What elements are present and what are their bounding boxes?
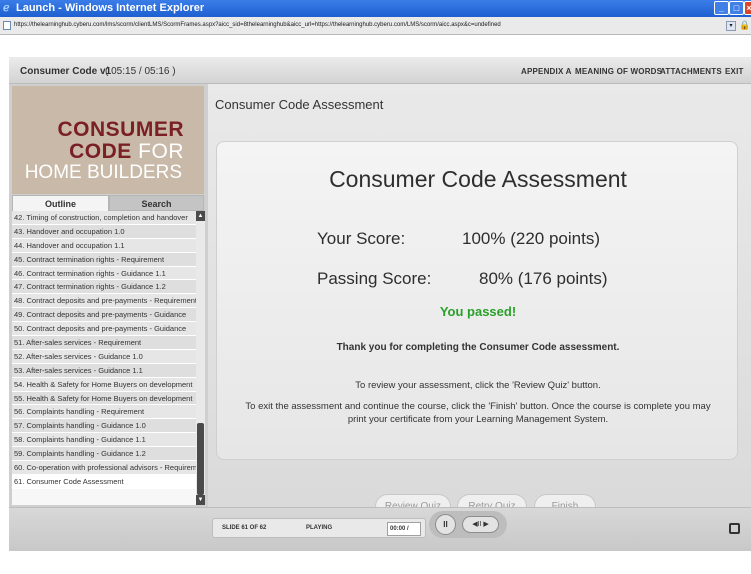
scroll-thumb[interactable]	[197, 423, 204, 495]
pause-icon[interactable]: II	[435, 514, 456, 535]
logo-code: CODE	[69, 140, 132, 163]
playback-status: SLIDE 61 OF 62 PLAYING ▼ 00:00 /	[212, 518, 426, 538]
outline-item[interactable]: 48. Contract deposits and pre-payments -…	[12, 294, 196, 309]
outline-item[interactable]: 55. Health & Safety for Home Buyers on d…	[12, 391, 196, 406]
your-score-value: 100% (220 points)	[462, 229, 600, 248]
playback-controls: II ◀II ▶	[429, 511, 507, 538]
outline-item[interactable]: 54. Health & Safety for Home Buyers on d…	[12, 377, 196, 392]
outline-item[interactable]: 56. Complaints handling - Requirement	[12, 405, 196, 420]
outline-item[interactable]: 47. Contract termination rights - Guidan…	[12, 280, 196, 295]
maximize-icon[interactable]: □	[729, 1, 744, 15]
outline-scrollbar[interactable]: ▲ ▼	[196, 211, 205, 505]
minimize-icon[interactable]: _	[714, 1, 729, 15]
logo-for: FOR	[138, 140, 184, 163]
url-text[interactable]: https://thelearninghub.cyberu.com/lms/sc…	[14, 22, 501, 28]
exit-link[interactable]: EXIT	[725, 67, 744, 76]
dropdown-arrow-icon[interactable]: ▾	[726, 21, 736, 31]
player-bottom-strip	[9, 551, 751, 574]
fullscreen-icon[interactable]	[729, 523, 740, 534]
course-title: Consumer Code v1	[20, 66, 112, 77]
browser-blank-area	[0, 35, 751, 57]
browser-window: ℯ Launch - Windows Internet Explorer _ □…	[0, 0, 751, 574]
result-message: You passed!	[439, 304, 517, 319]
logo-line-2: CODE FOR	[69, 140, 184, 164]
results-card: Consumer Code Assessment Your Score: 100…	[216, 141, 738, 460]
window-title: Launch - Windows Internet Explorer	[16, 2, 205, 14]
close-icon[interactable]: ×	[744, 1, 751, 15]
outline-item[interactable]: 59. Complaints handling - Guidance 1.2	[12, 447, 196, 462]
slide-header: Consumer Code Assessment	[215, 97, 384, 112]
review-message: To review your assessment, click the 'Re…	[355, 380, 601, 391]
prev-next-icon[interactable]: ◀II ▶	[462, 516, 499, 533]
course-time: ( 05:15 / 05:16 )	[105, 66, 176, 77]
appendix-a-link[interactable]: APPENDIX A	[521, 67, 572, 76]
page-icon	[3, 21, 11, 30]
ie-logo-icon: ℯ	[3, 2, 10, 14]
playback-time: 00:00 /	[387, 522, 421, 536]
left-panel: CONSUMER CODE FOR HOME BUILDERS Outline …	[9, 84, 208, 507]
outline-item[interactable]: 42. Timing of construction, completion a…	[12, 211, 196, 225]
results-title: Consumer Code Assessment	[329, 166, 627, 192]
outline-item[interactable]: 58. Complaints handling - Guidance 1.1	[12, 433, 196, 448]
playback-state: PLAYING	[306, 525, 333, 531]
playback-bar: SLIDE 61 OF 62 PLAYING ▼ 00:00 / II ◀II …	[9, 507, 751, 551]
meaning-of-words-link[interactable]: MEANING OF WORDS	[575, 67, 662, 76]
outline-item[interactable]: 57. Complaints handling - Guidance 1.0	[12, 419, 196, 434]
content-area: Consumer Code Assessment Consumer Code A…	[208, 84, 751, 519]
outline-item[interactable]: 51. After-sales services - Requirement	[12, 336, 196, 350]
outline-item[interactable]: 43. Handover and occupation 1.0	[12, 224, 196, 239]
logo-line-3: HOME BUILDERS	[24, 162, 182, 183]
passing-score-value: 80% (176 points)	[479, 269, 608, 288]
outline-item[interactable]: 45. Contract termination rights - Requir…	[12, 252, 196, 267]
tab-outline[interactable]: Outline	[12, 195, 109, 211]
scroll-up-icon[interactable]: ▲	[196, 211, 205, 221]
outline-item[interactable]: 49. Contract deposits and pre-payments -…	[12, 308, 196, 323]
passing-score-label: Passing Score:	[317, 269, 432, 288]
your-score-label: Your Score:	[317, 229, 406, 248]
course-player: Consumer Code v1 ( 05:15 / 05:16 ) APPEN…	[9, 57, 751, 574]
outline-item[interactable]: 50. Contract deposits and pre-payments -…	[12, 322, 196, 337]
outline-list: 42. Timing of construction, completion a…	[12, 211, 196, 505]
outline-item[interactable]: 44. Handover and occupation 1.1	[12, 238, 196, 253]
outline-item[interactable]: 53. After-sales services - Guidance 1.1	[12, 363, 196, 378]
outline-item[interactable]: 46. Contract termination rights - Guidan…	[12, 266, 196, 281]
exit-message: To exit the assessment and continue the …	[245, 401, 711, 425]
tab-search[interactable]: Search	[109, 195, 204, 211]
slide-counter: SLIDE 61 OF 62	[222, 525, 267, 531]
address-bar[interactable]: https://thelearninghub.cyberu.com/lms/sc…	[0, 17, 751, 35]
attachments-link[interactable]: ATTACHMENTS	[660, 67, 722, 76]
consumer-code-logo: CONSUMER CODE FOR HOME BUILDERS	[12, 86, 204, 194]
outline-item[interactable]: 60. Co-operation with professional advis…	[12, 461, 196, 475]
outline-item[interactable]: 52. After-sales services - Guidance 1.0	[12, 349, 196, 364]
outline-item[interactable]: 61. Consumer Code Assessment	[12, 474, 196, 489]
thanks-message: Thank you for completing the Consumer Co…	[336, 342, 620, 353]
logo-line-1: CONSUMER	[57, 118, 184, 141]
player-top-bar: Consumer Code v1 ( 05:15 / 05:16 ) APPEN…	[9, 57, 751, 84]
browser-titlebar: ℯ Launch - Windows Internet Explorer _ □…	[0, 0, 751, 17]
lock-icon[interactable]: 🔒	[739, 20, 750, 31]
scroll-down-icon[interactable]: ▼	[196, 495, 205, 505]
